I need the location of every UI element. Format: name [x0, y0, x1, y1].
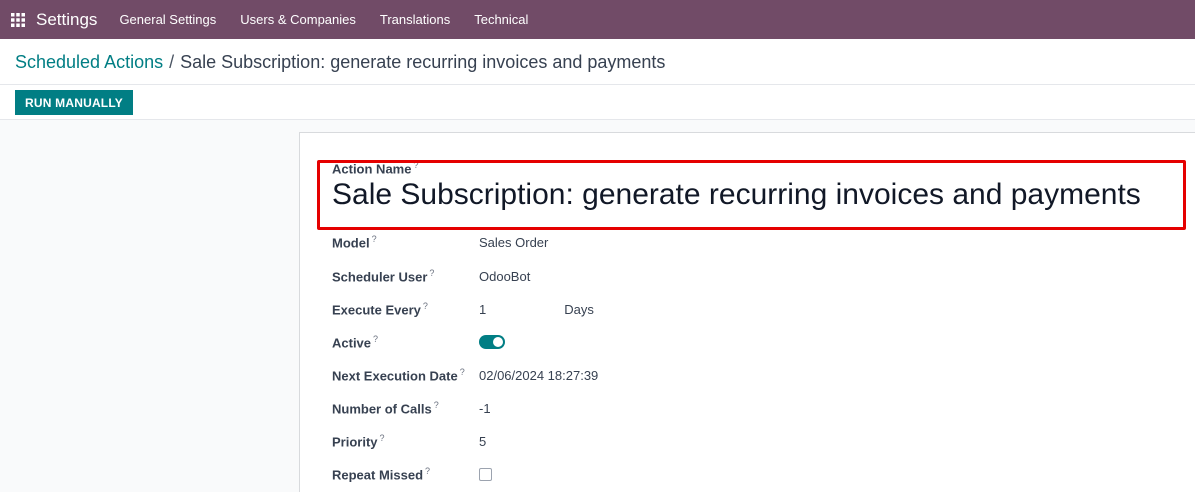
help-icon[interactable]: ? — [429, 268, 434, 278]
breadcrumb-separator: / — [169, 52, 175, 72]
field-row-repeat-missed: Repeat Missed? — [332, 464, 1112, 484]
repeat-missed-checkbox[interactable] — [479, 467, 492, 481]
number-of-calls-label: Number of Calls? — [332, 399, 439, 417]
help-icon[interactable]: ? — [434, 400, 439, 410]
action-name-label: Action Name? — [332, 160, 419, 177]
interval-unit-select[interactable]: Days — [564, 302, 594, 317]
action-name-field[interactable]: Sale Subscription: generate recurring in… — [332, 178, 1141, 212]
nav-users-companies[interactable]: Users & Companies — [240, 12, 356, 27]
field-row-active: Active? — [332, 332, 1112, 352]
execute-every-label: Execute Every? — [332, 300, 428, 318]
field-row-scheduler-user: Scheduler User? OdooBot — [332, 266, 1112, 286]
field-row-next-execution: Next Execution Date? 02/06/2024 18:27:39 — [332, 365, 1112, 385]
scheduler-user-field[interactable]: OdooBot — [479, 269, 530, 284]
field-row-execute-every: Execute Every? 1 Days — [332, 299, 1112, 319]
next-execution-label: Next Execution Date? — [332, 366, 465, 384]
help-icon[interactable]: ? — [425, 466, 430, 476]
breadcrumb-parent-link[interactable]: Scheduled Actions — [15, 52, 163, 73]
help-icon[interactable]: ? — [460, 367, 465, 377]
model-field[interactable]: Sales Order — [479, 235, 548, 250]
help-icon[interactable]: ? — [423, 301, 428, 311]
help-icon[interactable]: ? — [372, 234, 377, 244]
active-label: Active? — [332, 333, 379, 351]
help-icon[interactable]: ? — [373, 334, 378, 344]
field-row-priority: Priority? 5 — [332, 431, 1112, 451]
help-icon[interactable]: ? — [413, 160, 418, 170]
priority-label: Priority? — [332, 432, 385, 450]
nav-general-settings[interactable]: General Settings — [119, 12, 216, 27]
nav-technical[interactable]: Technical — [474, 12, 528, 27]
active-toggle[interactable] — [479, 335, 505, 349]
nav-translations[interactable]: Translations — [380, 12, 450, 27]
priority-field[interactable]: 5 — [479, 434, 486, 449]
top-navbar: Settings General Settings Users & Compan… — [0, 0, 1195, 39]
number-of-calls-field[interactable]: -1 — [479, 401, 491, 416]
run-manually-button[interactable]: RUN MANUALLY — [15, 90, 133, 115]
next-execution-date-field[interactable]: 02/06/2024 18:27:39 — [479, 368, 598, 383]
model-label: Model? — [332, 233, 377, 251]
breadcrumb-current: Sale Subscription: generate recurring in… — [180, 52, 666, 72]
app-title[interactable]: Settings — [36, 10, 97, 30]
interval-number-field[interactable]: 1 — [479, 302, 486, 317]
field-row-number-of-calls: Number of Calls? -1 — [332, 398, 1112, 418]
field-row-model: Model? Sales Order — [332, 232, 1112, 252]
control-panel: Scheduled Actions / Sale Subscription: g… — [0, 39, 1195, 120]
grid-icon[interactable] — [0, 0, 36, 39]
divider — [0, 84, 1195, 85]
scheduler-user-label: Scheduler User? — [332, 267, 435, 285]
help-icon[interactable]: ? — [380, 433, 385, 443]
repeat-missed-label: Repeat Missed? — [332, 465, 431, 483]
breadcrumb: Scheduled Actions / Sale Subscription: g… — [15, 52, 665, 73]
